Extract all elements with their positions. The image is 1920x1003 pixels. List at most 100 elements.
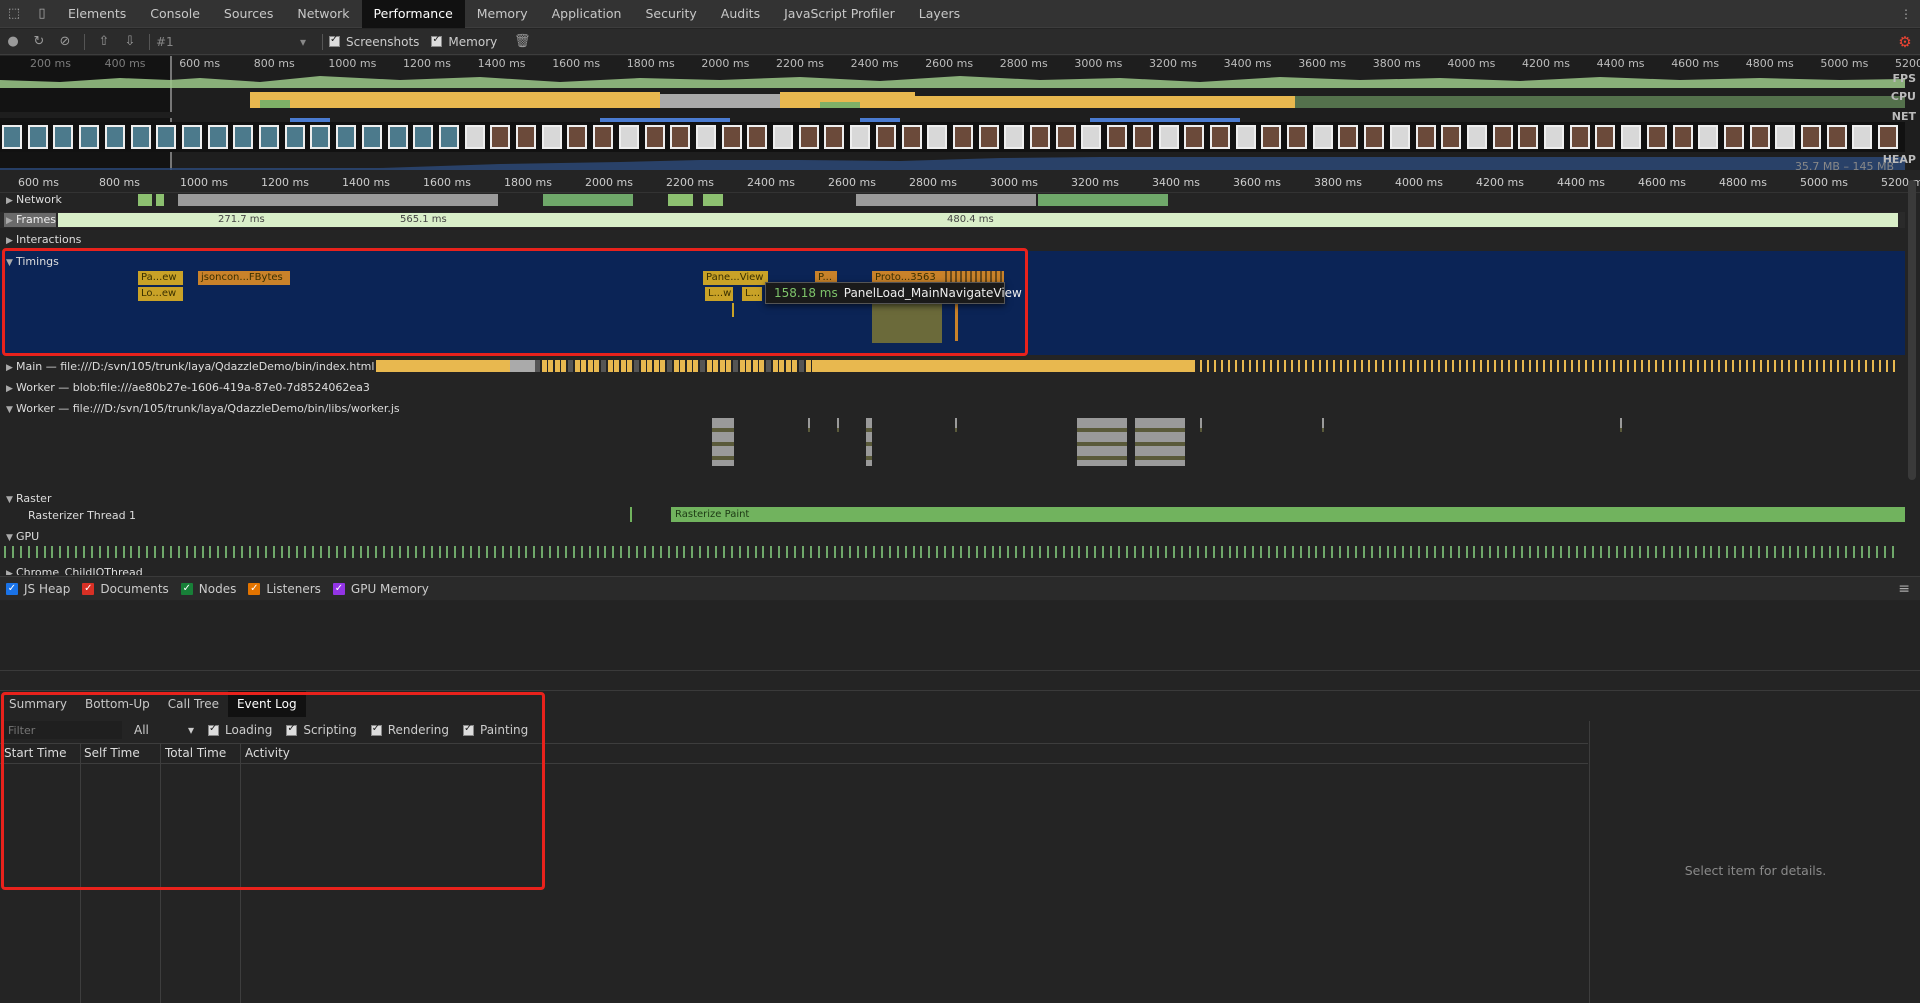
main-task-tick[interactable] <box>1305 360 1307 372</box>
gpu-task-tick[interactable] <box>1315 546 1318 558</box>
main-task-tick[interactable] <box>1802 360 1804 372</box>
main-task-bar[interactable] <box>561 360 567 372</box>
counter-gpu-memory[interactable]: ✓ GPU Memory <box>332 582 429 596</box>
screenshot-thumbnail[interactable] <box>1775 125 1796 149</box>
frames-track[interactable]: ▶ Frames 271.7 ms 565.1 ms 480.4 ms <box>0 212 1905 228</box>
main-task-bar[interactable] <box>686 360 692 372</box>
gpu-task-tick[interactable] <box>130 546 133 558</box>
gpu-task-tick[interactable] <box>201 546 204 558</box>
main-task-tick[interactable] <box>1655 360 1657 372</box>
gpu-task-tick[interactable] <box>991 546 994 558</box>
tab-audits[interactable]: Audits <box>709 0 772 28</box>
gpu-task-tick[interactable] <box>327 546 330 558</box>
gpu-task-tick[interactable] <box>959 546 962 558</box>
flame-scrollbar[interactable] <box>1908 180 1916 480</box>
gpu-task-tick[interactable] <box>493 546 496 558</box>
gpu-task-tick[interactable] <box>1813 546 1816 558</box>
load-profile-icon[interactable]: ⇧ <box>91 34 117 49</box>
gpu-task-tick[interactable] <box>1102 546 1105 558</box>
main-task-tick[interactable] <box>1508 360 1510 372</box>
interactions-track-label[interactable]: ▶ Interactions <box>6 233 81 246</box>
gpu-task-tick[interactable] <box>1426 546 1428 558</box>
gpu-task-tick[interactable] <box>162 546 164 558</box>
gpu-task-tick[interactable] <box>1347 546 1349 558</box>
gpu-task-tick[interactable] <box>312 546 315 558</box>
main-task-tick[interactable] <box>1431 360 1433 372</box>
main-task-tick[interactable] <box>1781 360 1783 372</box>
gpu-task-tick[interactable] <box>564 546 567 558</box>
screenshot-thumbnail[interactable] <box>1312 125 1333 149</box>
gpu-task-tick[interactable] <box>1655 546 1658 558</box>
gpu-task-tick[interactable] <box>35 546 38 558</box>
gpu-task-tick[interactable] <box>1078 546 1081 558</box>
gpu-task-tick[interactable] <box>1331 546 1334 558</box>
screenshot-thumbnail[interactable] <box>1852 125 1873 149</box>
gpu-task-tick[interactable] <box>628 546 631 558</box>
gpu-task-tick[interactable] <box>809 546 812 558</box>
gpu-task-tick[interactable] <box>1070 546 1073 558</box>
gpu-task-tick[interactable] <box>470 546 473 558</box>
gpu-task-tick[interactable] <box>1236 546 1239 558</box>
main-task-bar[interactable] <box>581 360 587 372</box>
gpu-task-tick[interactable] <box>533 546 536 558</box>
main-task-tick[interactable] <box>1725 360 1727 372</box>
trash-icon[interactable]: 🗑 <box>509 34 535 49</box>
main-task-tick[interactable] <box>1823 360 1825 372</box>
gpu-task-tick[interactable] <box>1418 546 1421 558</box>
gpu-task-tick[interactable] <box>1410 546 1413 558</box>
gpu-task-tick[interactable] <box>1670 546 1673 558</box>
gpu-task-tick[interactable] <box>1734 546 1737 558</box>
screenshot-thumbnail[interactable] <box>824 125 845 149</box>
gpu-task-tick[interactable] <box>762 546 765 558</box>
gpu-task-tick[interactable] <box>1560 546 1563 558</box>
main-task-bar[interactable] <box>785 360 791 372</box>
gpu-task-tick[interactable] <box>920 546 923 558</box>
main-task-tick[interactable] <box>1585 360 1587 372</box>
main-task-tick[interactable] <box>1606 360 1608 372</box>
gpu-task-tick[interactable] <box>904 546 907 558</box>
screenshot-thumbnail[interactable] <box>1672 125 1693 149</box>
worker-task-block[interactable] <box>808 418 810 432</box>
gpu-task-tick[interactable] <box>193 546 196 558</box>
main-task-tick[interactable] <box>1711 360 1713 372</box>
main-task-bar[interactable] <box>647 360 653 372</box>
gpu-task-tick[interactable] <box>1892 546 1895 558</box>
main-task-tick[interactable] <box>1683 360 1685 372</box>
main-task-bar[interactable] <box>541 360 547 372</box>
gpu-task-tick[interactable] <box>1678 546 1681 558</box>
main-task-tick[interactable] <box>1550 360 1552 372</box>
screenshot-thumbnail[interactable] <box>1698 125 1719 149</box>
gpu-task-tick[interactable] <box>446 546 449 558</box>
main-task-tick[interactable] <box>1256 360 1258 372</box>
main-task-bar[interactable] <box>693 360 699 372</box>
main-task-tick[interactable] <box>1732 360 1734 372</box>
screenshot-thumbnail[interactable] <box>1338 125 1359 149</box>
screenshot-thumbnail[interactable] <box>798 125 819 149</box>
inspect-element-icon[interactable]: ⬚ <box>0 0 28 28</box>
gpu-task-tick[interactable] <box>967 546 970 558</box>
main-task-bar[interactable] <box>772 360 778 372</box>
gpu-task-tick[interactable] <box>691 546 694 558</box>
screenshot-thumbnail[interactable] <box>1364 125 1385 149</box>
network-request-bar[interactable] <box>856 194 1036 206</box>
gpu-task-tick[interactable] <box>335 546 338 558</box>
main-task-tick[interactable] <box>1326 360 1328 372</box>
gpu-task-tick[interactable] <box>620 546 623 558</box>
gpu-task-tick[interactable] <box>912 546 915 558</box>
screenshot-thumbnail[interactable] <box>490 125 511 149</box>
gpu-task-tick[interactable] <box>1204 546 1207 558</box>
screenshot-thumbnail[interactable] <box>130 125 151 149</box>
main-task-bar[interactable] <box>574 360 580 372</box>
gpu-task-tick[interactable] <box>98 546 101 558</box>
reload-icon[interactable]: ↻ <box>26 34 52 49</box>
gpu-track-label[interactable]: ▼ GPU <box>6 530 39 543</box>
raster-track-label[interactable]: ▼ Raster <box>6 492 51 505</box>
gpu-task-tick[interactable] <box>1520 546 1523 558</box>
screenshot-thumbnail[interactable] <box>747 125 768 149</box>
main-task-bar[interactable] <box>759 360 765 372</box>
gpu-task-tick[interactable] <box>1117 546 1120 558</box>
main-task-bar[interactable] <box>779 360 785 372</box>
gpu-task-tick[interactable] <box>138 546 141 558</box>
gpu-task-tick[interactable] <box>438 546 441 558</box>
gpu-task-tick[interactable] <box>19 546 22 558</box>
